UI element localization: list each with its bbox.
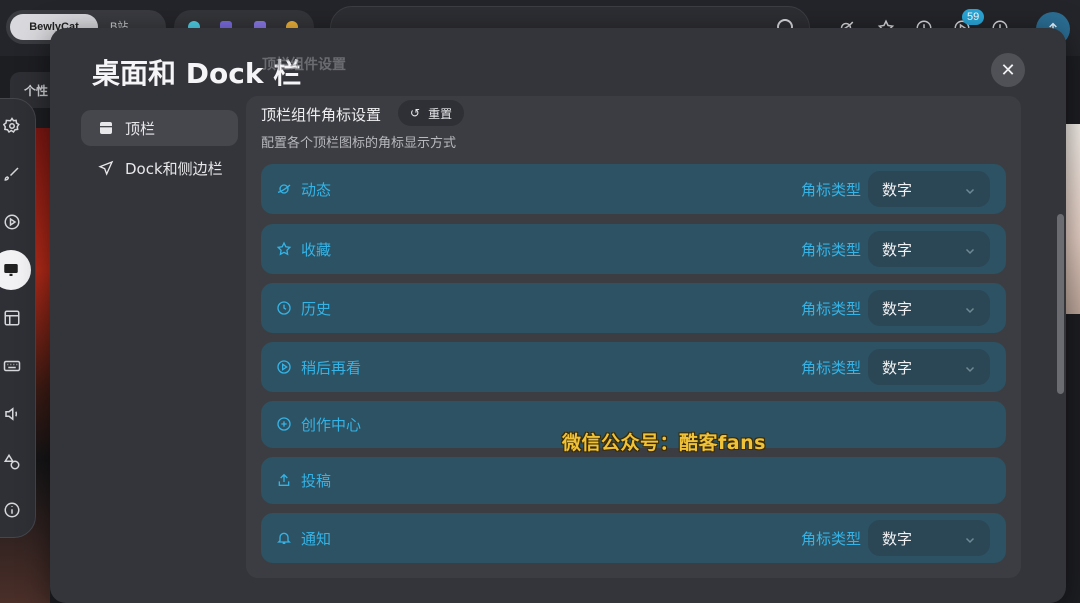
select-value: 数字: [882, 299, 913, 318]
desktop-icon[interactable]: [0, 250, 31, 290]
shapes-icon[interactable]: [1, 451, 23, 473]
badge-type-label: 角标类型: [800, 181, 861, 199]
scrollbar[interactable]: [1057, 214, 1064, 394]
row-label: 投稿: [301, 472, 332, 490]
list-item: 动态 角标类型 数字: [261, 164, 1006, 214]
list-item: 稍后再看 角标类型 数字: [261, 342, 1006, 392]
badge-type-select[interactable]: 数字: [868, 520, 990, 556]
badge-type-select[interactable]: 数字: [868, 290, 990, 326]
settings-modal: 桌面和 Dock 栏 顶栏组件设置 ✕ 顶栏 Dock和侧边栏 顶栏组件角标设置…: [50, 28, 1066, 603]
select-value: 数字: [882, 529, 913, 548]
chevron-down-icon: [964, 361, 976, 373]
bell-icon: [275, 529, 293, 547]
badge-type-label: 角标类型: [800, 359, 861, 377]
nav-item-dock-sidebar[interactable]: Dock和侧边栏: [81, 150, 238, 186]
row-label: 稍后再看: [301, 359, 362, 377]
chevron-down-icon: [964, 532, 976, 544]
row-label: 收藏: [301, 241, 332, 259]
watermark: 微信公众号：酷客fans: [562, 432, 766, 454]
close-button[interactable]: ✕: [991, 53, 1025, 87]
planet-icon: [275, 180, 293, 198]
play-icon[interactable]: [1, 211, 23, 233]
notification-badge: 59: [962, 9, 985, 25]
row-label: 动态: [301, 181, 332, 199]
list-item: 投稿: [261, 457, 1006, 504]
row-label: 创作中心: [301, 416, 362, 434]
badge-type-label: 角标类型: [800, 530, 861, 548]
watch-later-icon: [275, 358, 293, 376]
volume-icon[interactable]: [1, 403, 23, 425]
badge-type-select[interactable]: 数字: [868, 349, 990, 385]
list-item: 通知 角标类型 数字: [261, 513, 1006, 563]
row-label: 通知: [301, 530, 332, 548]
badge-type-select[interactable]: 数字: [868, 231, 990, 267]
layout-icon[interactable]: [1, 307, 23, 329]
select-value: 数字: [882, 240, 913, 259]
plus-circle-icon: [275, 415, 293, 433]
info-icon[interactable]: [1, 499, 23, 521]
chevron-down-icon: [964, 243, 976, 255]
reset-button[interactable]: ↺ 重置: [398, 100, 465, 126]
background-thumbnail: [1064, 124, 1080, 314]
settings-side-nav: 顶栏 Dock和侧边栏: [81, 110, 238, 190]
scrolled-section-title: 顶栏组件设置: [262, 57, 346, 73]
keyboard-icon[interactable]: [1, 355, 23, 377]
close-icon: ✕: [1000, 59, 1016, 81]
send-icon: [97, 159, 115, 177]
brush-icon[interactable]: [1, 163, 23, 185]
chevron-down-icon: [964, 302, 976, 314]
nav-item-topbar[interactable]: 顶栏: [81, 110, 238, 146]
reset-label: 重置: [428, 106, 453, 121]
row-label: 历史: [301, 300, 332, 318]
badge-type-select[interactable]: 数字: [868, 171, 990, 207]
star-icon: [275, 240, 293, 258]
badge-type-label: 角标类型: [800, 300, 861, 318]
chevron-down-icon: [964, 183, 976, 195]
settings-icon[interactable]: [1, 115, 23, 137]
settings-dock: [0, 98, 36, 538]
select-value: 数字: [882, 358, 913, 377]
upload-icon: [275, 471, 293, 489]
clock-icon: [275, 299, 293, 317]
badge-type-label: 角标类型: [800, 241, 861, 259]
section-title: 顶栏组件角标设置: [261, 106, 382, 124]
undo-icon: ↺: [410, 106, 421, 120]
nav-item-label: 顶栏: [125, 119, 156, 138]
select-value: 数字: [882, 180, 913, 199]
list-item: 历史 角标类型 数字: [261, 283, 1006, 333]
list-item: 收藏 角标类型 数字: [261, 224, 1006, 274]
topbar-icon: [97, 119, 115, 137]
nav-item-label: Dock和侧边栏: [125, 159, 223, 178]
section-description: 配置各个顶栏图标的角标显示方式: [261, 136, 457, 151]
settings-content: 顶栏组件角标设置 ↺ 重置 配置各个顶栏图标的角标显示方式 动态 角标类型 数字: [246, 96, 1021, 578]
